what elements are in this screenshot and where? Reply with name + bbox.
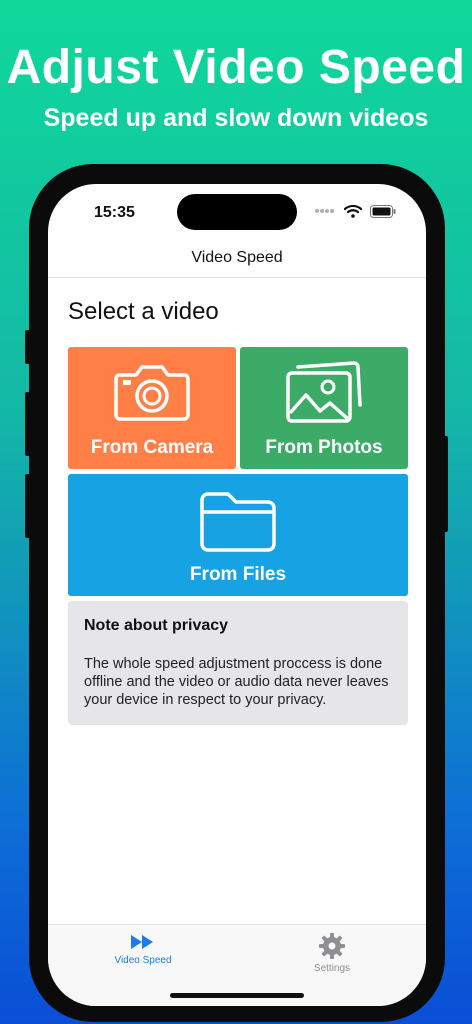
gear-icon <box>319 933 345 959</box>
promo-headline: Adjust Video Speed <box>6 41 466 94</box>
camera-icon <box>114 365 190 421</box>
folder-icon <box>200 492 276 552</box>
from-photos-button[interactable]: From Photos <box>240 347 408 469</box>
promo-subheadline: Speed up and slow down videos <box>43 104 429 132</box>
signal-dots-icon <box>315 209 334 213</box>
phone-volume-up <box>25 392 30 456</box>
status-bar: 15:35 <box>48 184 426 238</box>
nav-title: Video Speed <box>191 248 283 266</box>
tab-bar: Video Speed Settings <box>48 924 426 1006</box>
fast-forward-icon <box>131 935 153 949</box>
from-camera-button[interactable]: From Camera <box>68 347 236 469</box>
phone-silent-switch <box>25 330 30 364</box>
privacy-body: The whole speed adjustment proccess is d… <box>84 656 389 708</box>
status-icons <box>314 204 396 218</box>
wifi-icon <box>344 204 362 218</box>
phone-volume-down <box>25 474 30 538</box>
from-photos-label: From Photos <box>265 437 383 458</box>
status-time: 15:35 <box>94 204 135 221</box>
photos-icon <box>286 361 362 423</box>
privacy-note: Note about privacy The whole speed adjus… <box>68 601 408 725</box>
tab-video-speed[interactable]: Video Speed <box>83 933 203 966</box>
dynamic-island <box>177 194 297 230</box>
tab-settings-label: Settings <box>313 963 351 974</box>
tab-video-speed-label: Video Speed <box>114 955 172 966</box>
section-title: Select a video <box>68 298 219 325</box>
from-files-button[interactable]: From Files <box>68 474 408 596</box>
battery-icon <box>370 204 396 218</box>
phone-screen: 15:35 Video Speed Select a video From Ca… <box>48 184 426 1006</box>
home-indicator[interactable] <box>170 993 304 998</box>
privacy-title: Note about privacy <box>84 617 229 634</box>
navigation-bar: Video Speed <box>48 238 426 278</box>
from-camera-label: From Camera <box>90 437 214 458</box>
phone-power-button <box>443 436 448 532</box>
tab-settings[interactable]: Settings <box>272 933 392 974</box>
from-files-label: From Files <box>189 564 287 585</box>
